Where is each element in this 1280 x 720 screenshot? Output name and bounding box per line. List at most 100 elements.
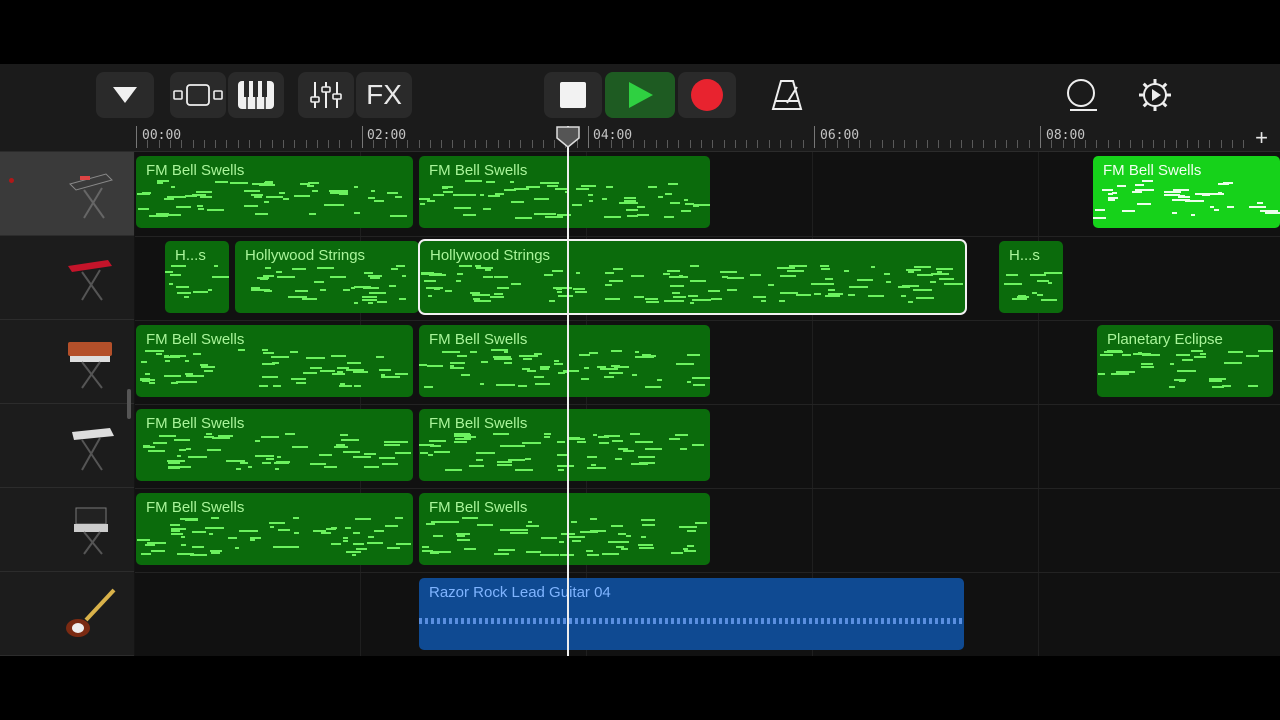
midi-region[interactable]: FM Bell Swells — [136, 493, 413, 565]
playhead[interactable] — [567, 126, 569, 656]
stop-button[interactable] — [544, 72, 602, 118]
track-header-6[interactable] — [0, 572, 134, 656]
midi-region-selected[interactable]: FM Bell Swells — [1093, 156, 1280, 228]
region-name: Razor Rock Lead Guitar 04 — [429, 584, 611, 601]
midi-note — [300, 183, 310, 185]
midi-note — [437, 551, 451, 553]
midi-note — [1108, 199, 1115, 201]
midi-note — [720, 271, 737, 273]
metronome-button[interactable] — [762, 72, 812, 118]
midi-note — [196, 191, 212, 193]
midi-note — [540, 368, 549, 370]
ruler-minor-tick — [983, 140, 984, 148]
play-button[interactable] — [605, 72, 675, 118]
midi-region[interactable]: FM Bell Swells — [419, 325, 710, 397]
settings-button[interactable] — [1130, 72, 1180, 118]
midi-note — [750, 274, 761, 276]
midi-note — [420, 452, 428, 454]
midi-note — [526, 551, 541, 553]
my-songs-button[interactable] — [96, 72, 154, 118]
midi-note — [944, 283, 963, 285]
midi-region[interactable]: FM Bell Swells — [136, 409, 413, 481]
midi-note — [547, 185, 558, 187]
midi-region[interactable]: Planetary Eclipse — [1097, 325, 1273, 397]
midi-note — [463, 214, 476, 216]
midi-note — [341, 439, 359, 441]
midi-note — [664, 300, 678, 302]
midi-note — [141, 361, 147, 363]
midi-note — [352, 554, 356, 556]
playhead-handle-icon[interactable] — [556, 126, 580, 148]
midi-note — [1164, 191, 1181, 193]
midi-note — [188, 456, 207, 458]
midi-note — [483, 208, 491, 210]
midi-region-selected[interactable]: Hollywood Strings — [418, 239, 967, 315]
midi-region[interactable]: FM Bell Swells — [136, 156, 413, 228]
midi-region[interactable]: FM Bell Swells — [419, 409, 710, 481]
timeline-ruler[interactable]: 00:00 02:00 04:00 06:00 08:00 — [0, 124, 1280, 152]
ruler-minor-tick — [1221, 140, 1222, 148]
midi-note — [669, 438, 680, 440]
loop-browser-button[interactable] — [1056, 72, 1106, 118]
tracks-area[interactable]: FM Bell Swells FM Bell Swells FM Bell Sw… — [135, 152, 1280, 656]
midi-note — [615, 458, 622, 460]
midi-note — [387, 192, 398, 194]
midi-note — [635, 441, 653, 443]
track-header-4[interactable] — [0, 404, 134, 488]
midi-note — [239, 530, 258, 532]
midi-note — [190, 554, 207, 556]
midi-region[interactable]: H...s — [165, 241, 229, 313]
audio-region[interactable]: Razor Rock Lead Guitar 04 — [419, 578, 964, 650]
midi-note — [504, 189, 516, 191]
track-header-resize-handle[interactable] — [127, 389, 131, 419]
ruler-minor-tick — [882, 140, 883, 148]
midi-note — [727, 289, 737, 291]
keyboard-button[interactable] — [228, 72, 284, 118]
midi-note — [145, 350, 164, 352]
midi-note — [278, 529, 290, 531]
ruler-minor-tick — [1232, 140, 1233, 148]
midi-note — [1218, 192, 1222, 194]
ruler-minor-tick — [1074, 140, 1075, 148]
midi-note — [490, 296, 504, 298]
midi-note — [761, 300, 766, 302]
ruler-minor-tick — [995, 140, 996, 148]
keyboard-icon — [238, 81, 274, 109]
midi-note — [319, 454, 332, 456]
track-header-2[interactable] — [0, 236, 134, 320]
view-toggle-button[interactable] — [170, 72, 226, 118]
midi-note — [683, 548, 688, 550]
track-header-3[interactable] — [0, 320, 134, 404]
midi-note — [321, 532, 331, 534]
midi-region[interactable]: Hollywood Strings — [235, 241, 419, 313]
midi-note — [494, 553, 509, 555]
midi-note — [511, 201, 524, 203]
midi-note — [589, 352, 598, 354]
midi-note — [165, 271, 173, 273]
midi-note — [433, 535, 443, 537]
midi-region[interactable]: FM Bell Swells — [419, 156, 710, 228]
midi-region[interactable]: FM Bell Swells — [136, 325, 413, 397]
midi-note — [693, 205, 699, 207]
midi-note — [209, 533, 213, 535]
midi-region[interactable]: H...s — [999, 241, 1063, 313]
midi-note — [571, 521, 577, 523]
midi-region[interactable]: FM Bell Swells — [419, 493, 710, 565]
fx-button[interactable]: FX — [356, 72, 412, 118]
stop-icon — [560, 82, 586, 108]
track-header-1[interactable] — [0, 152, 134, 236]
record-button[interactable] — [678, 72, 736, 118]
midi-note — [849, 286, 868, 288]
mixer-button[interactable] — [298, 72, 354, 118]
midi-note — [362, 299, 377, 301]
midi-note — [584, 367, 589, 369]
midi-note — [787, 270, 804, 272]
midi-note — [369, 292, 386, 294]
midi-note — [557, 441, 565, 443]
add-section-button[interactable]: + — [1255, 124, 1268, 151]
metronome-icon — [771, 80, 803, 110]
ruler-minor-tick — [170, 140, 171, 148]
region-name: H...s — [1009, 247, 1040, 264]
track-header-5[interactable] — [0, 488, 134, 572]
ruler-minor-tick — [622, 140, 623, 148]
